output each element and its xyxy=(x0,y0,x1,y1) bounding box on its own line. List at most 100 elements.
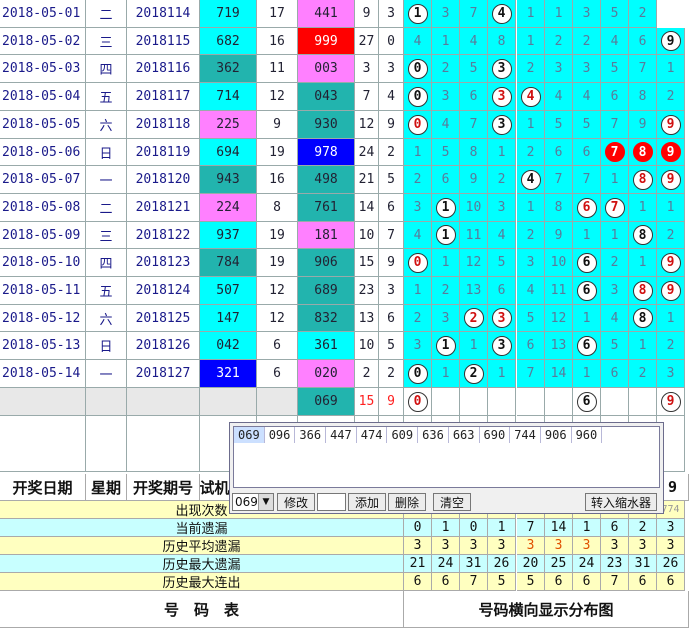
chevron-down-icon[interactable]: ▼ xyxy=(258,494,273,510)
odd-value: 0 xyxy=(379,28,404,55)
dist-cell-7: 5 xyxy=(601,55,629,83)
weekday: 一 xyxy=(86,360,127,388)
dist-cell-0: 1 xyxy=(404,277,432,305)
miss-count: 3 xyxy=(526,255,535,270)
miss-count: 7 xyxy=(610,117,619,132)
dist-cell-1: 1 xyxy=(432,28,460,55)
miss-count: 2 xyxy=(413,172,422,187)
shrink-button[interactable]: 转入缩水器 xyxy=(585,493,657,511)
dist-cell-5: 11 xyxy=(545,277,573,305)
dist-cell-8: 2 xyxy=(629,360,657,388)
number-chip[interactable]: 447 xyxy=(326,427,357,443)
stat-value: 3 xyxy=(545,537,573,555)
dist-cell-6: 6 xyxy=(573,194,601,222)
add-button[interactable]: 添加 xyxy=(348,493,386,511)
period-number: 2018121 xyxy=(127,194,200,222)
miss-count: 14 xyxy=(550,366,567,381)
modify-button[interactable]: 修改 xyxy=(277,493,315,511)
dist-cell-1: 1 xyxy=(432,194,460,222)
number-chip[interactable]: 366 xyxy=(295,427,327,443)
stat-value: 31 xyxy=(629,555,657,573)
miss-count: 5 xyxy=(610,338,619,353)
span-value: 12 xyxy=(355,111,379,139)
span-value: 10 xyxy=(355,332,379,360)
miss-count: 4 xyxy=(610,33,619,49)
dist-cell-1: 5 xyxy=(432,139,460,166)
miss-count: 5 xyxy=(554,117,563,132)
dist-cell-5: 6 xyxy=(545,139,573,166)
miss-count: 11 xyxy=(550,283,567,298)
span-value: 2 xyxy=(355,360,379,388)
odd-value: 3 xyxy=(379,0,404,28)
dist-cell-5: 7 xyxy=(545,166,573,194)
weekday: 五 xyxy=(86,83,127,111)
miss-count: 2 xyxy=(441,61,450,76)
period-number: 2018116 xyxy=(127,55,200,83)
number-chip[interactable]: 609 xyxy=(387,427,419,443)
odd-value: 3 xyxy=(379,55,404,83)
stat-label: 历史最大连出 xyxy=(0,573,404,591)
miss-count: 3 xyxy=(582,61,591,76)
dist-cell-4: 1 xyxy=(517,194,545,222)
dist-cell-8: 9 xyxy=(629,111,657,139)
miss-count: 1 xyxy=(638,200,647,215)
miss-count: 5 xyxy=(497,255,506,270)
dist-cell-6: 6 xyxy=(573,332,601,360)
odd-value: 4 xyxy=(379,83,404,111)
sum-value: 19 xyxy=(257,139,298,166)
number-chip[interactable]: 636 xyxy=(418,427,449,443)
drawn-ball: 3 xyxy=(491,58,512,79)
drawn-ball: 9 xyxy=(660,252,681,273)
footer-distribution: 号码横向显示分布图 xyxy=(404,591,689,628)
input-row-cell xyxy=(257,388,298,416)
number-chip[interactable]: 744 xyxy=(510,427,541,443)
input-dist-cell-7 xyxy=(601,388,629,416)
miss-count: 3 xyxy=(441,310,450,326)
drawn-ball: 0 xyxy=(407,58,428,79)
number-chip[interactable]: 960 xyxy=(572,427,603,443)
dist-cell-9: 9 xyxy=(657,28,685,55)
dist-cell-9: 2 xyxy=(657,332,685,360)
number-chip[interactable]: 906 xyxy=(541,427,572,443)
number-input[interactable] xyxy=(317,493,346,511)
miss-count: 2 xyxy=(526,227,535,243)
odd-value: 6 xyxy=(379,305,404,332)
number-chip[interactable]: 663 xyxy=(449,427,480,443)
miss-count: 1 xyxy=(582,366,591,381)
dist-cell-2: 5 xyxy=(460,55,488,83)
number-chip[interactable]: 690 xyxy=(480,427,511,443)
clear-button[interactable]: 清空 xyxy=(433,493,471,511)
dist-cell-8: 1 xyxy=(629,194,657,222)
miss-count: 5 xyxy=(610,6,619,21)
dist-cell-9: 1 xyxy=(657,55,685,83)
drawn-ball: 0 xyxy=(407,391,428,412)
drawn-ball: 6 xyxy=(576,335,597,356)
period-number: 2018123 xyxy=(127,249,200,277)
miss-count: 10 xyxy=(465,200,482,215)
dist-cell-5: 4 xyxy=(545,83,573,111)
dist-cell-0: 4 xyxy=(404,222,432,249)
delete-button[interactable]: 删除 xyxy=(388,493,426,511)
miss-count: 1 xyxy=(413,144,422,160)
miss-count: 1 xyxy=(469,338,478,353)
weekday: 六 xyxy=(86,111,127,139)
number-chip[interactable]: 096 xyxy=(265,427,296,443)
drawn-ball: 9 xyxy=(660,391,681,412)
number-chip[interactable]: 474 xyxy=(357,427,388,443)
dist-cell-9: 2 xyxy=(657,83,685,111)
miss-count: 13 xyxy=(465,283,482,298)
number-chip[interactable]: 069 xyxy=(234,427,265,443)
drawn-ball: 1 xyxy=(435,225,456,245)
input-row-cell xyxy=(86,388,127,416)
miss-count: 7 xyxy=(554,172,563,187)
number-select[interactable]: 069 ▼ xyxy=(232,493,274,511)
miss-count: 1 xyxy=(526,6,535,21)
stat-value: 7 xyxy=(460,573,488,591)
dist-cell-6: 1 xyxy=(573,222,601,249)
miss-count: 4 xyxy=(413,33,422,49)
number-list[interactable]: 069 096 366 447 474 609 636 663 690 744 906 960 xyxy=(233,426,660,488)
miss-count: 6 xyxy=(610,366,619,381)
draw-date: 2018-05-13 xyxy=(0,332,86,360)
input-dist-cell-9: 9 xyxy=(657,388,685,416)
trial-number: 784 xyxy=(200,249,257,277)
